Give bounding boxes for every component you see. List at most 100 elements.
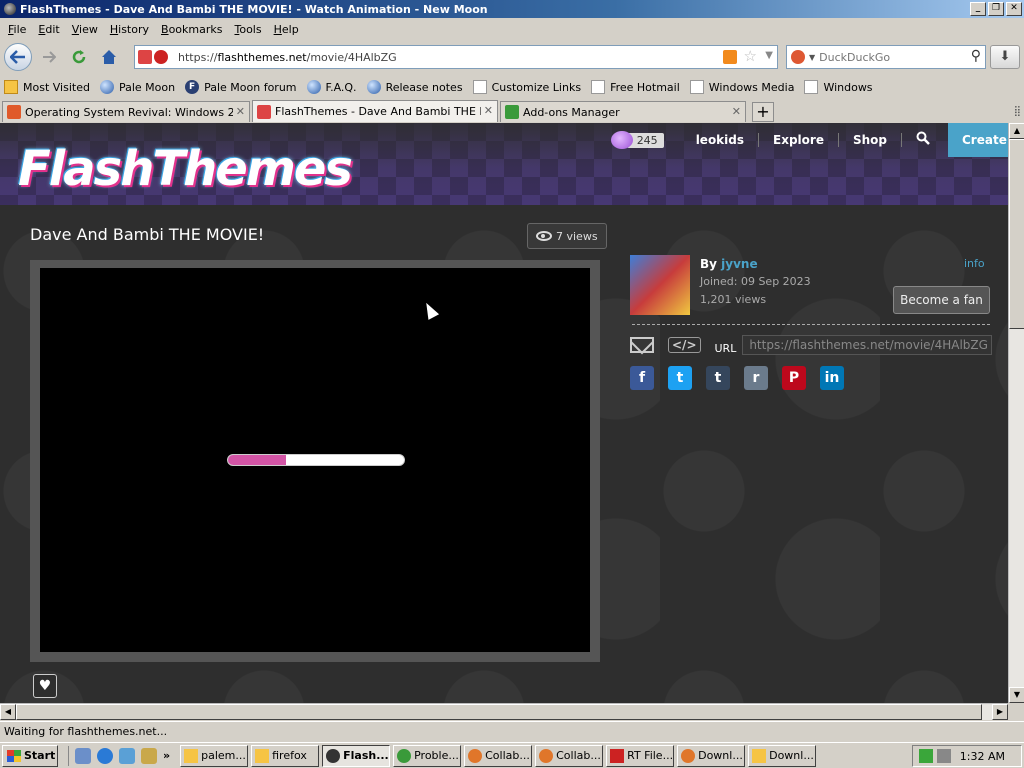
tab-flashthemes[interactable]: FlashThemes - Dave And Bambi THE MOV... … [252, 100, 498, 122]
quick-launch-more-icon[interactable]: » [163, 749, 170, 762]
globe-icon [99, 80, 114, 94]
close-button[interactable]: ✕ [1006, 2, 1022, 16]
page-icon [591, 80, 606, 94]
loading-progress-fill [228, 455, 287, 465]
menu-bookmarks[interactable]: Bookmarks [155, 23, 228, 36]
task-button[interactable]: Collab... [535, 744, 604, 767]
vertical-scrollbar[interactable]: ▲ ▼ [1008, 123, 1024, 703]
folder-icon [184, 748, 199, 763]
menu-history[interactable]: History [104, 23, 155, 36]
become-fan-button[interactable]: Become a fan [893, 286, 990, 314]
video-player[interactable] [40, 268, 590, 652]
downloads-button[interactable]: ⬇ [990, 45, 1020, 69]
new-tab-button[interactable]: + [752, 102, 774, 122]
tray-app-icon[interactable] [919, 749, 933, 763]
restore-button[interactable]: ❐ [988, 2, 1004, 16]
close-tab-icon[interactable]: ✕ [732, 105, 741, 118]
task-button[interactable]: Proble... [393, 744, 462, 767]
favorite-heart-button[interactable]: ♥ [33, 674, 57, 698]
nav-shop[interactable]: Shop [839, 133, 902, 147]
duckduckgo-icon[interactable] [791, 50, 805, 64]
start-button[interactable]: Start [2, 744, 58, 767]
create-button[interactable]: Create [948, 123, 1008, 157]
author-name-link[interactable]: jyvne [721, 257, 757, 271]
search-engine-dropdown-icon[interactable]: ▼ [809, 53, 815, 62]
linkedin-icon[interactable]: in [820, 366, 844, 390]
flashthemes-logo[interactable]: FlashThemes [18, 141, 353, 197]
menu-bar: File Edit View History Bookmarks Tools H… [0, 19, 1024, 39]
menu-file[interactable]: File [2, 23, 32, 36]
bookmark-customize-links[interactable]: Customize Links [472, 80, 581, 94]
network-icon[interactable] [119, 747, 135, 764]
address-bar[interactable]: https://flashthemes.net/movie/4HAlbZG ☆ … [134, 45, 778, 69]
task-button[interactable]: Collab... [464, 744, 533, 767]
horizontal-scroll-thumb[interactable] [16, 704, 982, 720]
close-tab-icon[interactable]: ✕ [236, 105, 245, 118]
horizontal-scrollbar[interactable]: ◀ ▶ [0, 703, 1008, 720]
task-button[interactable]: Downl... [748, 744, 817, 767]
embed-code-icon[interactable]: </> [668, 337, 701, 353]
task-button[interactable]: firefox [251, 744, 320, 767]
bookmark-most-visited[interactable]: Most Visited [4, 80, 90, 94]
nav-explore[interactable]: Explore [759, 133, 839, 147]
site-identity-icon[interactable] [138, 48, 176, 66]
task-button[interactable]: RT File... [606, 744, 675, 767]
back-button[interactable] [4, 43, 32, 71]
bookmark-windows[interactable]: Windows [804, 80, 873, 94]
author-info-link[interactable]: info [964, 257, 985, 270]
minimize-button[interactable]: _ [970, 2, 986, 16]
bookmark-pale-moon-forum[interactable]: F Pale Moon forum [185, 80, 297, 94]
bookmark-release-notes[interactable]: Release notes [366, 80, 463, 94]
facebook-icon[interactable]: f [630, 366, 654, 390]
bookmark-windows-media[interactable]: Windows Media [689, 80, 794, 94]
coin-balance[interactable]: 245 [610, 131, 664, 149]
show-desktop-icon[interactable] [75, 747, 91, 764]
internet-explorer-icon[interactable] [97, 747, 113, 764]
menu-view[interactable]: View [66, 23, 104, 36]
share-url-field[interactable]: https://flashthemes.net/movie/4HAlbZG [742, 335, 993, 355]
search-folder-icon[interactable] [141, 747, 157, 764]
search-bar[interactable]: ▼ ⚲ [786, 45, 986, 69]
pinterest-icon[interactable]: P [782, 366, 806, 390]
scroll-left-icon[interactable]: ◀ [0, 704, 16, 720]
scroll-right-icon[interactable]: ▶ [992, 704, 1008, 720]
pale-moon-app-icon[interactable] [4, 3, 16, 15]
author-avatar[interactable] [630, 255, 690, 315]
tumblr-icon[interactable]: t [706, 366, 730, 390]
home-button[interactable] [96, 44, 122, 70]
forward-button[interactable] [36, 44, 62, 70]
scroll-down-icon[interactable]: ▼ [1009, 687, 1024, 703]
site-search-icon[interactable] [902, 131, 948, 149]
bookmark-free-hotmail[interactable]: Free Hotmail [591, 80, 680, 94]
task-button[interactable]: palem... [180, 744, 249, 767]
menu-edit[interactable]: Edit [32, 23, 65, 36]
menu-tools[interactable]: Tools [228, 23, 267, 36]
task-button[interactable]: Downl... [677, 744, 746, 767]
nav-user-leokids[interactable]: leokids [682, 133, 760, 147]
system-tray: 1:32 AM [912, 745, 1022, 767]
globe-icon [366, 80, 381, 94]
clock[interactable]: 1:32 AM [960, 750, 1005, 763]
tab-addons-manager[interactable]: Add-ons Manager ✕ [500, 101, 746, 122]
navigation-toolbar: https://flashthemes.net/movie/4HAlbZG ☆ … [0, 40, 1024, 74]
vertical-scroll-thumb[interactable] [1009, 139, 1024, 329]
close-tab-icon[interactable]: ✕ [484, 104, 493, 117]
url-dropdown-icon[interactable]: ▼ [765, 50, 773, 61]
bookmark-faq[interactable]: F.A.Q. [306, 80, 357, 94]
window-controls: _ ❐ ✕ [970, 2, 1022, 16]
tab-os-revival[interactable]: Operating System Revival: Windows 200...… [2, 101, 250, 122]
list-all-tabs-icon[interactable]: ⣿ [1014, 106, 1021, 117]
search-icon[interactable]: ⚲ [971, 48, 981, 64]
search-input[interactable] [819, 50, 960, 64]
rss-feed-icon[interactable] [723, 50, 737, 64]
bookmark-star-icon[interactable]: ☆ [744, 47, 757, 65]
tray-network-icon[interactable] [937, 749, 951, 763]
email-share-icon[interactable] [630, 337, 654, 353]
bookmark-pale-moon[interactable]: Pale Moon [99, 80, 175, 94]
reload-button[interactable] [66, 44, 92, 70]
twitter-icon[interactable]: t [668, 366, 692, 390]
task-button[interactable]: Flash... [322, 744, 391, 767]
menu-help[interactable]: Help [268, 23, 305, 36]
reddit-icon[interactable]: r [744, 366, 768, 390]
scroll-up-icon[interactable]: ▲ [1009, 123, 1024, 139]
